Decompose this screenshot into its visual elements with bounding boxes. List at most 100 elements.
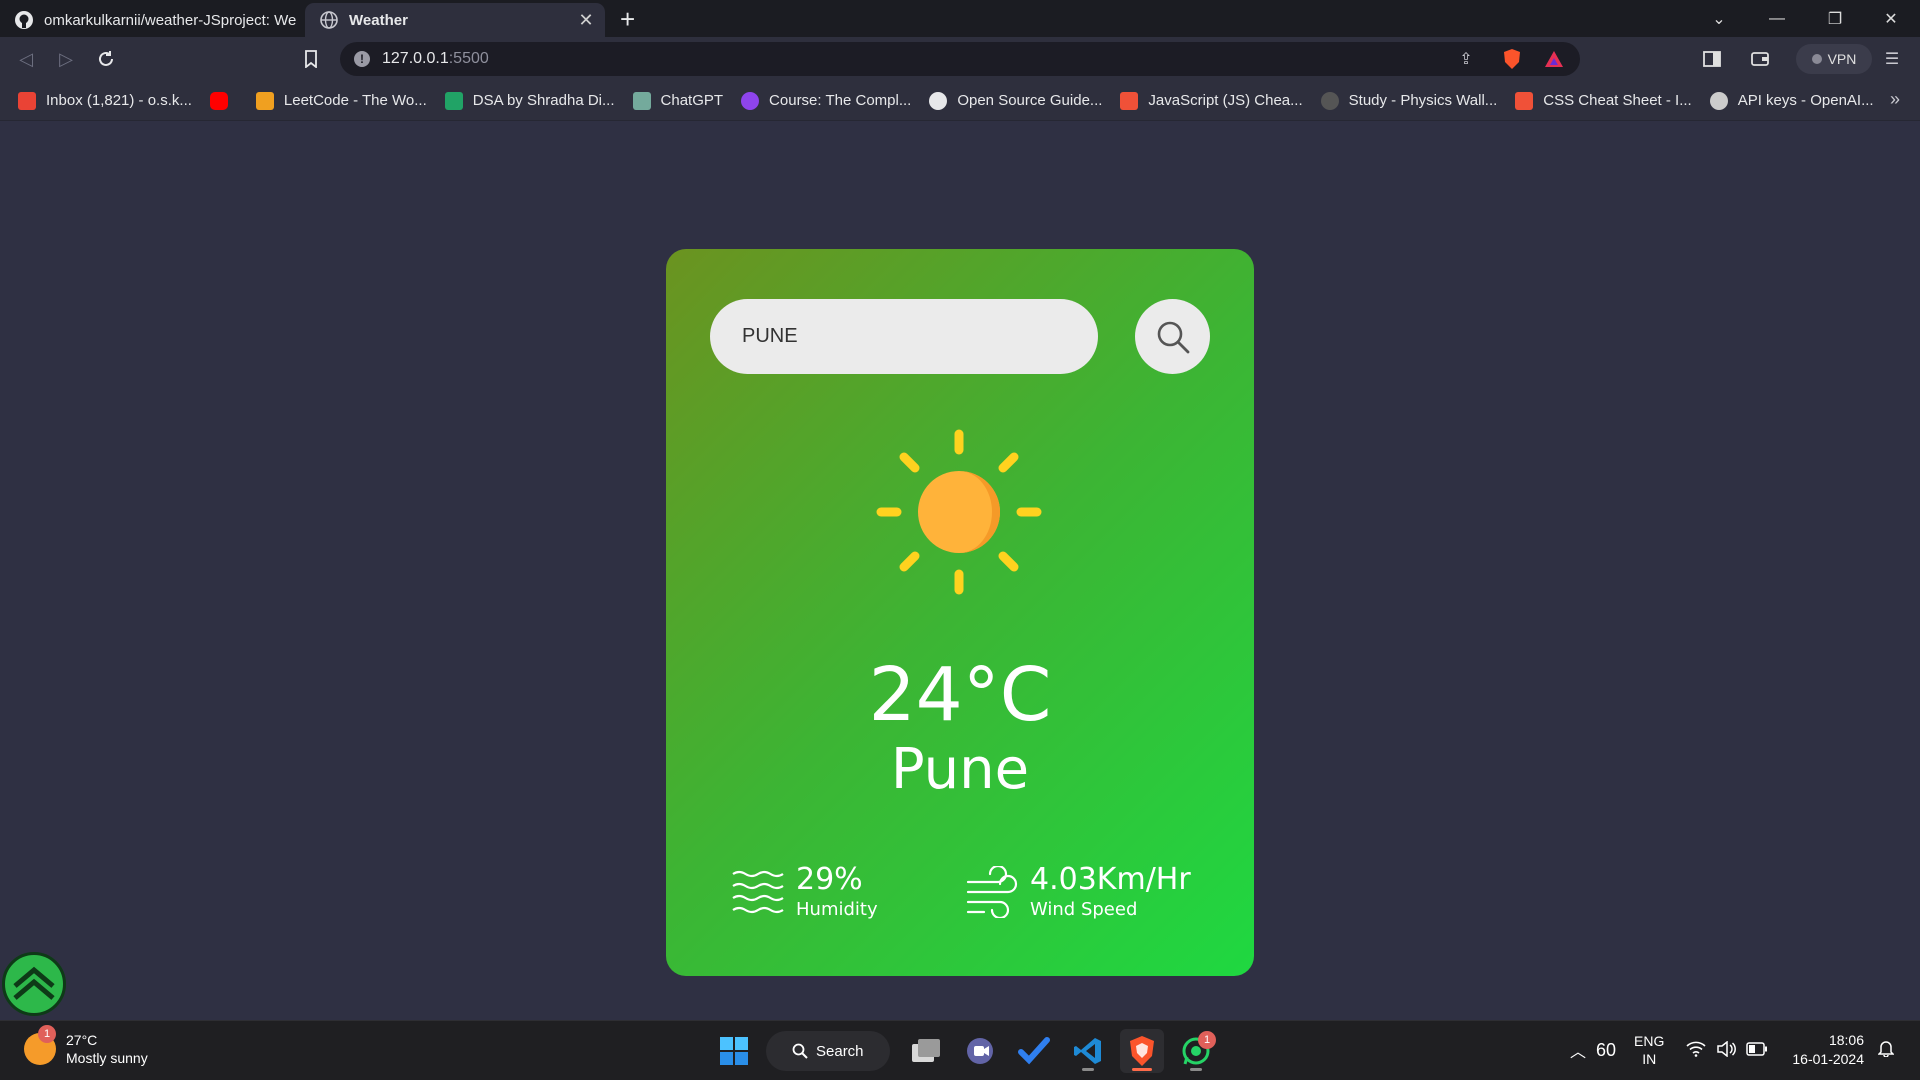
- minimize-button[interactable]: —: [1748, 0, 1806, 37]
- teams-chat-button[interactable]: [958, 1029, 1002, 1073]
- bookmark-gmail[interactable]: Inbox (1,821) - o.s.k...: [18, 91, 192, 110]
- bookmarks-bar: Inbox (1,821) - o.s.k... LeetCode - The …: [0, 81, 1920, 121]
- show-hidden-icons-chevron-icon[interactable]: ︿: [1570, 1038, 1586, 1062]
- language-indicator[interactable]: ENG IN: [1634, 1032, 1664, 1068]
- humidity-detail: 29% Humidity: [732, 863, 878, 920]
- start-button[interactable]: [712, 1029, 756, 1073]
- vpn-status-icon: [1811, 54, 1822, 64]
- widget-desc: Mostly sunny: [66, 1050, 148, 1066]
- reload-button[interactable]: [92, 45, 120, 73]
- weather-widget[interactable]: 1 27°C Mostly sunny: [24, 1025, 148, 1067]
- close-tab-icon[interactable]: ✕: [573, 10, 599, 31]
- more-bookmarks-button[interactable]: »: [1890, 89, 1900, 110]
- brave-browser-button[interactable]: [1120, 1029, 1164, 1073]
- vscode-icon: [1074, 1038, 1101, 1064]
- share-icon[interactable]: ⇪: [1454, 47, 1478, 71]
- url-text: 127.0.0.1:5500: [382, 50, 489, 68]
- brave-shields-icon[interactable]: [1500, 47, 1524, 71]
- bookmark-openai-keys[interactable]: API keys - OpenAI...: [1709, 91, 1874, 110]
- bookmark-icon: [305, 50, 317, 68]
- bookmark-course[interactable]: Course: The Compl...: [741, 91, 912, 110]
- clock-date: 16-01-2024: [1792, 1051, 1865, 1067]
- bookmark-js-cheatsheet[interactable]: JavaScript (JS) Chea...: [1120, 91, 1303, 110]
- bookmark-label: DSA by Shradha Di...: [472, 92, 615, 109]
- vscode-button[interactable]: [1066, 1029, 1110, 1073]
- address-bar[interactable]: ! 127.0.0.1:5500 ⇪: [340, 42, 1580, 76]
- leetcode-icon: [255, 91, 274, 110]
- bookmark-label: JavaScript (JS) Chea...: [1148, 92, 1303, 109]
- google-sheets-icon: [444, 91, 463, 110]
- site-info-icon[interactable]: !: [354, 51, 370, 67]
- task-view-button[interactable]: [904, 1029, 948, 1073]
- chatgpt-icon: [632, 91, 651, 110]
- bookmark-open-source[interactable]: Open Source Guide...: [929, 91, 1103, 110]
- html5-icon: [1120, 91, 1139, 110]
- github-icon: [929, 91, 948, 110]
- restore-button[interactable]: ❐: [1806, 0, 1864, 37]
- wind-icon: [966, 865, 1018, 918]
- taskbar-search-label: Search: [816, 1042, 864, 1060]
- wind-detail: 4.03Km/Hr Wind Speed: [966, 863, 1191, 920]
- tab-strip: omkarkulkarnii/weather-JSproject: We Wea…: [0, 0, 1920, 37]
- search-icon: [792, 1043, 808, 1059]
- checkmark-icon: [1018, 1037, 1050, 1065]
- brave-icon: [1130, 1036, 1154, 1066]
- sun-icon: [876, 429, 1042, 595]
- forward-button[interactable]: ▷: [52, 45, 80, 73]
- gmail-icon: [18, 91, 36, 110]
- wifi-icon[interactable]: [1686, 1041, 1706, 1060]
- wallet-icon[interactable]: [1748, 47, 1772, 71]
- bookmark-leetcode[interactable]: LeetCode - The Wo...: [255, 91, 427, 110]
- city-search-input[interactable]: [710, 299, 1098, 374]
- running-indicator: [1082, 1068, 1094, 1071]
- volume-icon[interactable]: [1716, 1039, 1737, 1060]
- windows-icon: [720, 1037, 748, 1065]
- clock-time: 18:06: [1828, 1032, 1865, 1048]
- tab-title: Weather: [349, 11, 408, 29]
- udemy-icon: [741, 91, 760, 110]
- bookmark-physics-wallah[interactable]: Study - Physics Wall...: [1320, 91, 1497, 110]
- tab-github[interactable]: omkarkulkarnii/weather-JSproject: We: [0, 3, 300, 37]
- search-icon: [1157, 321, 1189, 353]
- bookmark-label: Open Source Guide...: [957, 92, 1103, 109]
- search-button[interactable]: [1135, 299, 1210, 374]
- wind-speed-label: Wind Speed: [1030, 899, 1138, 920]
- sidebar-toggle-icon[interactable]: [1700, 47, 1724, 71]
- weather-badge: 1: [38, 1025, 56, 1043]
- lang-line2: IN: [1642, 1051, 1657, 1067]
- bookmark-dsa-sheet[interactable]: DSA by Shradha Di...: [444, 91, 615, 110]
- brave-rewards-icon[interactable]: [1542, 47, 1566, 71]
- bookmark-chatgpt[interactable]: ChatGPT: [632, 91, 724, 110]
- active-indicator: [1132, 1068, 1152, 1071]
- youtube-icon: [209, 91, 228, 110]
- scroll-up-button[interactable]: [2, 952, 66, 1016]
- todo-app-button[interactable]: [1012, 1029, 1056, 1073]
- html5-icon: [1515, 91, 1534, 110]
- teams-icon: [967, 1038, 993, 1064]
- bookmark-youtube[interactable]: [209, 91, 238, 110]
- tab-search-chevron-icon[interactable]: ⌄: [1690, 0, 1748, 37]
- back-button[interactable]: ◁: [12, 45, 40, 73]
- vpn-button[interactable]: VPN: [1796, 44, 1872, 74]
- city-name: Pune: [890, 737, 1030, 802]
- bookmark-label: CSS Cheat Sheet - I...: [1543, 92, 1692, 109]
- notification-badge: 1: [1198, 1031, 1216, 1049]
- tab-weather[interactable]: Weather ✕: [305, 3, 605, 37]
- close-window-button[interactable]: ✕: [1862, 0, 1920, 37]
- taskbar: 1 27°C Mostly sunny Search 1 ︿ 60 ENG IN…: [0, 1020, 1920, 1080]
- temperature-value: 24°C: [868, 652, 1052, 738]
- menu-icon[interactable]: ☰: [1880, 47, 1904, 71]
- bookmark-label: ChatGPT: [660, 92, 724, 109]
- tray-number[interactable]: 60: [1596, 1040, 1616, 1061]
- clock[interactable]: 18:06 16-01-2024: [1792, 1031, 1864, 1069]
- taskbar-search[interactable]: Search: [766, 1031, 890, 1071]
- notifications-bell-icon[interactable]: [1877, 1039, 1895, 1062]
- battery-icon[interactable]: [1746, 1041, 1768, 1059]
- globe-icon: [320, 11, 338, 29]
- bookmark-css-cheatsheet[interactable]: CSS Cheat Sheet - I...: [1515, 91, 1692, 110]
- new-tab-button[interactable]: +: [620, 4, 635, 35]
- bookmark-button[interactable]: [297, 45, 325, 73]
- bookmark-label: Course: The Compl...: [769, 92, 912, 109]
- bookmark-label: LeetCode - The Wo...: [283, 92, 427, 109]
- whatsapp-button[interactable]: 1: [1174, 1029, 1218, 1073]
